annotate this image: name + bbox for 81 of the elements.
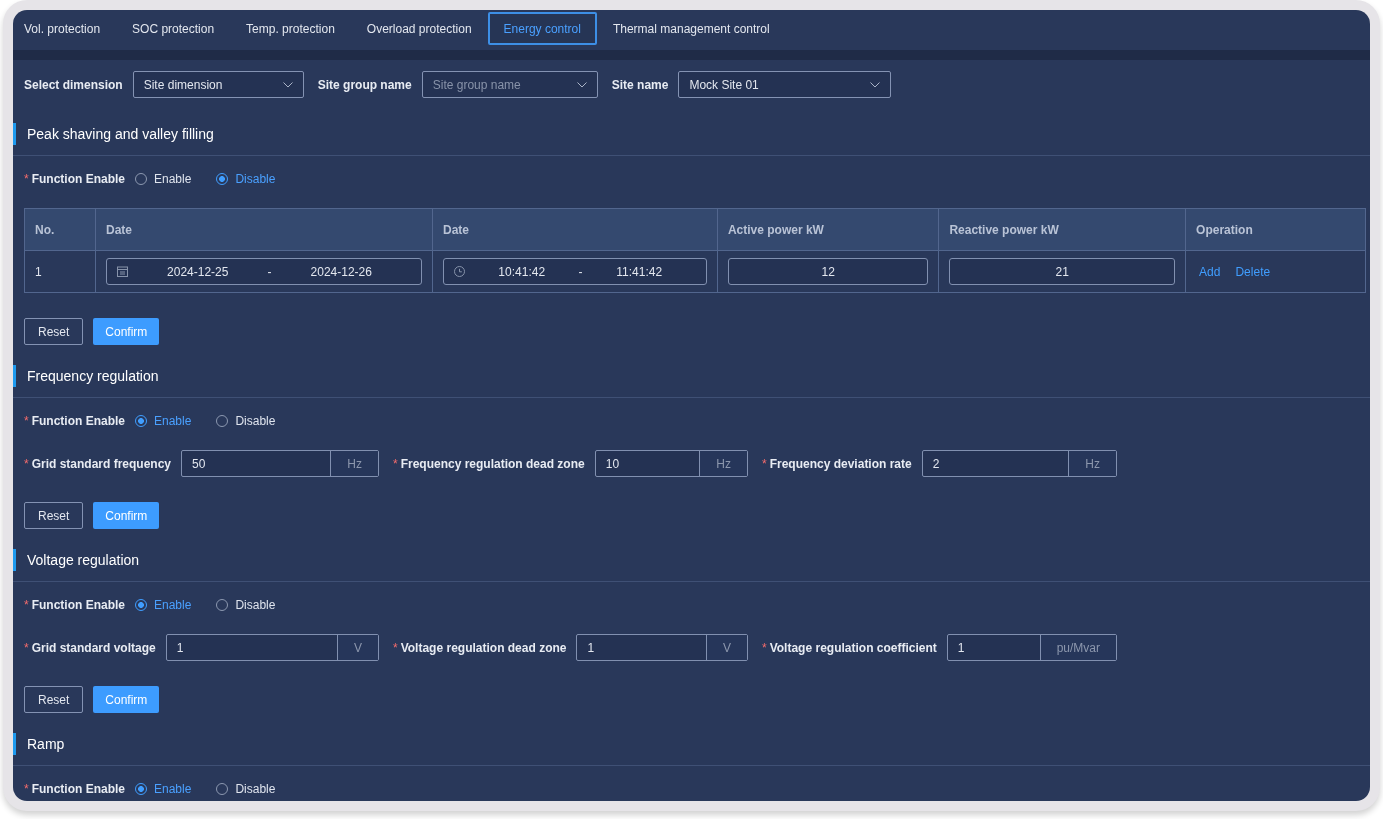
field-label: Function Enable [31, 172, 125, 186]
field-label: Voltage regulation coefficient [769, 640, 937, 655]
dropdown-select[interactable]: Mock Site 01 [678, 71, 892, 98]
required-mark: * [762, 456, 767, 471]
unit-suffix: pu/Mvar [1039, 635, 1116, 660]
time-range-picker[interactable]: 10:41:42 - 11:41:42 [443, 258, 707, 285]
input-field[interactable]: 2 Hz [921, 450, 1117, 477]
tab[interactable]: Overload protection [350, 12, 488, 45]
column-header: No. [24, 208, 96, 251]
radio-option[interactable]: Enable [135, 598, 192, 612]
radio-option[interactable]: Enable [135, 414, 192, 428]
clock-icon [454, 266, 465, 277]
outline-button[interactable]: Reset [24, 502, 84, 529]
tab[interactable]: Thermal management control [596, 12, 786, 45]
table-cell: 1 [24, 250, 96, 293]
filter-label: Site group name [317, 77, 412, 92]
unit-suffix: V [337, 635, 378, 660]
accent-bar-icon [13, 123, 16, 145]
field-label: Frequency deviation rate [769, 456, 912, 471]
required-mark: * [762, 640, 767, 655]
dropdown-select[interactable]: Site dimension [132, 71, 304, 98]
tab[interactable]: Energy control [487, 12, 597, 45]
dropdown-select[interactable]: Site group name [421, 71, 598, 98]
required-mark: * [24, 414, 29, 428]
column-header: Date [432, 208, 718, 251]
required-mark: * [24, 640, 29, 655]
chevron-down-icon [282, 81, 293, 88]
required-mark: * [24, 782, 29, 796]
outline-button[interactable]: Reset [24, 686, 84, 713]
input-field[interactable]: 1 pu/Mvar [946, 634, 1117, 661]
input-field[interactable]: 21 [949, 258, 1176, 285]
field-label: Function Enable [31, 782, 125, 796]
chevron-down-icon [870, 81, 881, 88]
radio-option[interactable]: Disable [216, 598, 276, 612]
radio-option[interactable]: Enable [135, 172, 192, 186]
input-field[interactable]: 1 V [165, 634, 379, 661]
radio-option[interactable]: Enable [135, 782, 192, 796]
action-link[interactable]: Delete [1235, 264, 1271, 279]
input-field[interactable]: 1 V [576, 634, 748, 661]
required-mark: * [393, 640, 398, 655]
required-mark: * [24, 456, 29, 471]
unit-suffix: Hz [699, 451, 747, 476]
tab[interactable]: Vol. protection [13, 12, 117, 45]
accent-bar-icon [13, 549, 16, 571]
section-title: Voltage regulation [27, 552, 140, 568]
required-mark: * [24, 172, 29, 186]
unit-suffix: Hz [330, 451, 378, 476]
filter-label: Select dimension [24, 77, 123, 92]
column-header: Active power kW [717, 208, 939, 251]
tab[interactable]: SOC protection [116, 12, 231, 45]
unit-suffix: V [706, 635, 747, 660]
radio-option[interactable]: Disable [216, 172, 276, 186]
section-title: Peak shaving and valley filling [27, 126, 214, 142]
input-field[interactable]: 50 Hz [181, 450, 379, 477]
field-label: Grid standard frequency [31, 456, 172, 471]
radio-option[interactable]: Disable [216, 414, 276, 428]
column-header: Date [95, 208, 433, 251]
required-mark: * [393, 456, 398, 471]
calendar-icon [117, 266, 128, 277]
field-label: Frequency regulation dead zone [400, 456, 585, 471]
action-link[interactable]: Add [1199, 264, 1221, 279]
accent-bar-icon [13, 365, 16, 387]
field-label: Grid standard voltage [31, 640, 156, 655]
required-mark: * [24, 598, 29, 612]
input-field[interactable]: 12 [727, 258, 929, 285]
section-title: Ramp [27, 736, 65, 752]
field-label: Voltage regulation dead zone [400, 640, 567, 655]
field-label: Function Enable [31, 598, 125, 612]
filter-label: Site name [611, 77, 669, 92]
column-header: Operation [1185, 208, 1366, 251]
section-title: Frequency regulation [27, 368, 159, 384]
input-field[interactable]: 10 Hz [594, 450, 748, 477]
chevron-down-icon [576, 81, 587, 88]
outline-button[interactable]: Reset [24, 318, 84, 345]
date-range-picker[interactable]: 2024-12-25 - 2024-12-26 [106, 258, 422, 285]
field-label: Function Enable [31, 414, 125, 428]
unit-suffix: Hz [1068, 451, 1116, 476]
radio-option[interactable]: Disable [216, 782, 276, 796]
tab[interactable]: Temp. protection [230, 12, 351, 45]
accent-bar-icon [13, 733, 16, 755]
column-header: Reactive power kW [938, 208, 1186, 251]
